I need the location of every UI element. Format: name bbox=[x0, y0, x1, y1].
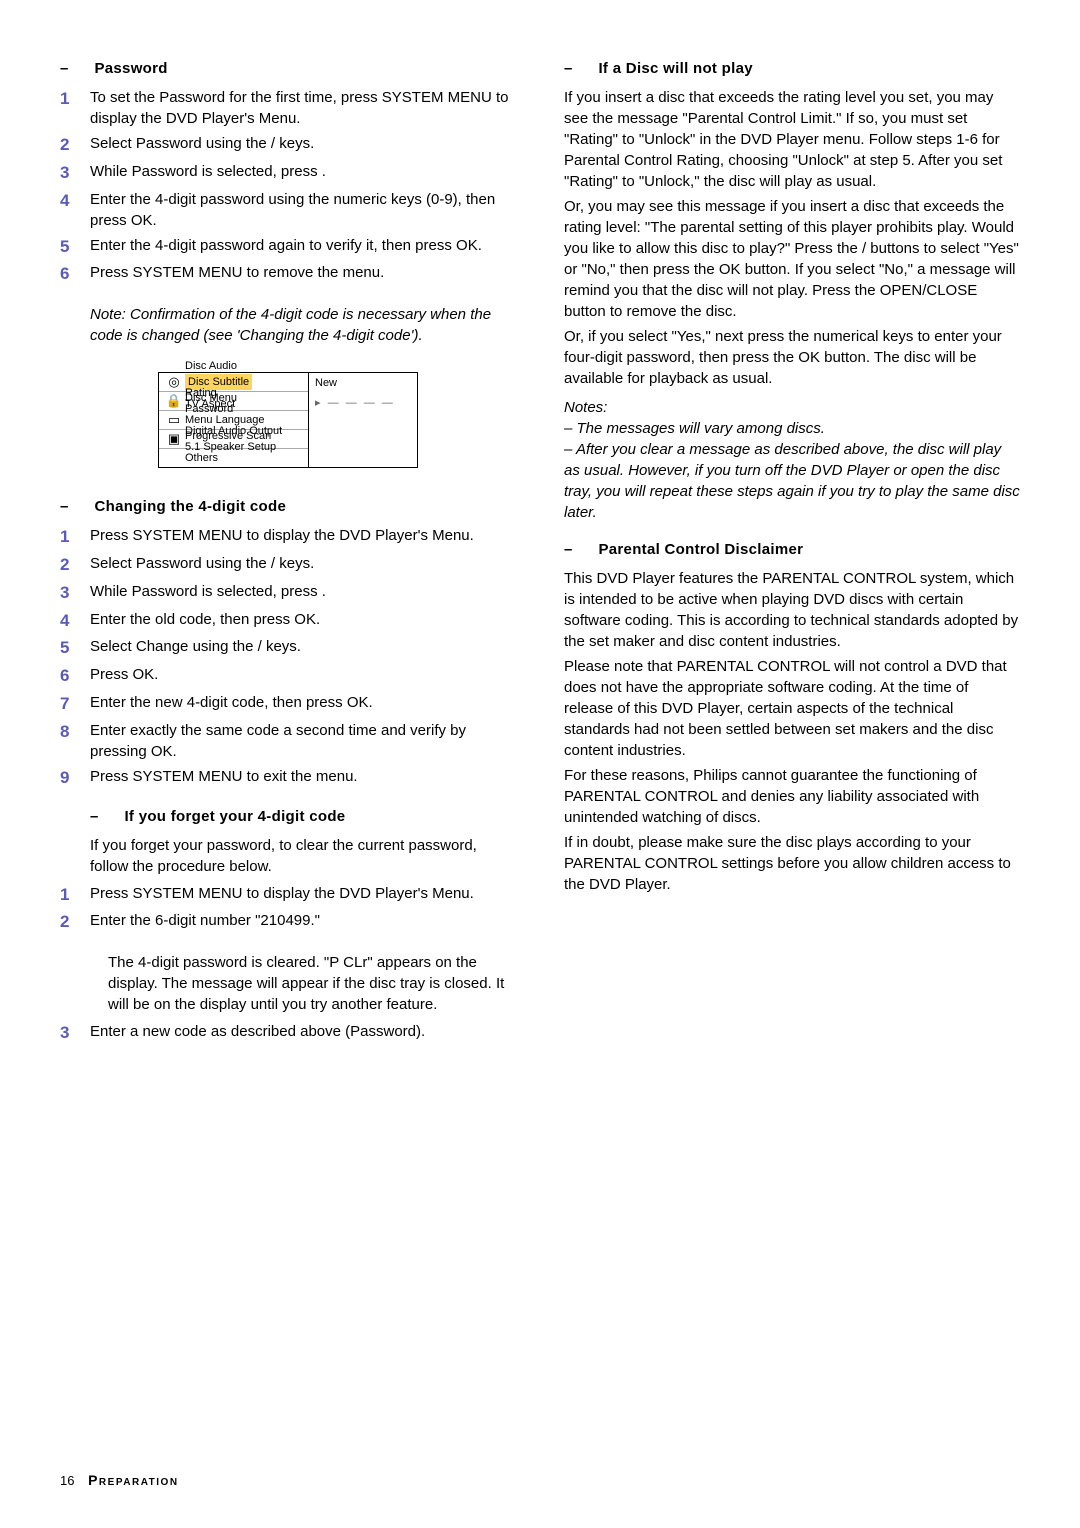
notes-heading: Notes: bbox=[564, 397, 1020, 418]
step-number: 7 bbox=[60, 692, 90, 716]
page-footer: 16 Preparation bbox=[60, 1472, 179, 1488]
step-text: Select Password using the / keys. bbox=[90, 133, 516, 157]
step-text: Enter the 6-digit number "210499." bbox=[90, 910, 516, 934]
heading-text: If a Disc will not play bbox=[598, 60, 752, 77]
password-heading: – Password bbox=[60, 60, 516, 77]
step-text: Press SYSTEM MENU to exit the menu. bbox=[90, 766, 516, 790]
menu-disc-audio: Disc Audio bbox=[185, 358, 252, 374]
step-text: Select Change using the / keys. bbox=[90, 636, 516, 660]
speaker-icon: ▣ bbox=[163, 421, 185, 457]
step-number: 5 bbox=[60, 235, 90, 259]
step-text: Press SYSTEM MENU to remove the menu. bbox=[90, 262, 516, 286]
left-column: – Password 1To set the Password for the … bbox=[60, 60, 516, 1063]
step-number: 1 bbox=[60, 87, 90, 129]
heading-dash: – bbox=[90, 808, 120, 825]
step-number: 9 bbox=[60, 766, 90, 790]
step-text: Select Password using the / keys. bbox=[90, 553, 516, 577]
step-number: 8 bbox=[60, 720, 90, 762]
step-number: 1 bbox=[60, 525, 90, 549]
disclaimer-para: If in doubt, please make sure the disc p… bbox=[564, 832, 1020, 895]
heading-text: Password bbox=[94, 60, 167, 77]
change-steps: 1Press SYSTEM MENU to display the DVD Pl… bbox=[60, 525, 516, 789]
forget-steps: 1Press SYSTEM MENU to display the DVD Pl… bbox=[60, 883, 516, 935]
menu-new-label: New bbox=[309, 373, 417, 393]
step-text: To set the Password for the first time, … bbox=[90, 87, 516, 129]
password-note: Note: Confirmation of the 4-digit code i… bbox=[60, 304, 516, 346]
page-number: 16 bbox=[60, 1473, 74, 1488]
heading-dash: – bbox=[60, 498, 90, 515]
step-number: 6 bbox=[60, 664, 90, 688]
heading-dash: – bbox=[564, 60, 594, 77]
step-text: Press OK. bbox=[90, 664, 516, 688]
step-number: 2 bbox=[60, 133, 90, 157]
section-name: Preparation bbox=[88, 1472, 178, 1488]
step-text: Enter the new 4-digit code, then press O… bbox=[90, 692, 516, 716]
step-text: Enter the 4-digit password using the num… bbox=[90, 189, 516, 231]
heading-text: If you forget your 4-digit code bbox=[124, 808, 345, 825]
forget-steps-3: 3Enter a new code as described above (Pa… bbox=[60, 1021, 516, 1045]
step-number: 1 bbox=[60, 883, 90, 907]
disclaimer-para: This DVD Player features the PARENTAL CO… bbox=[564, 568, 1020, 652]
password-steps: 1To set the Password for the first time,… bbox=[60, 87, 516, 286]
disclaimer-para: For these reasons, Philips cannot guaran… bbox=[564, 765, 1020, 828]
step-text: While Password is selected, press . bbox=[90, 161, 516, 185]
step-number: 2 bbox=[60, 553, 90, 577]
menu-new-value: ▸ — — — — bbox=[309, 393, 417, 412]
step-text: Press SYSTEM MENU to display the DVD Pla… bbox=[90, 525, 516, 549]
menu-tv-aspect: TV Aspect bbox=[185, 396, 271, 412]
change-heading: – Changing the 4-digit code bbox=[60, 498, 516, 515]
step-number: 3 bbox=[60, 161, 90, 185]
disclaimer-heading: – Parental Control Disclaimer bbox=[564, 541, 1020, 558]
step-number: 5 bbox=[60, 636, 90, 660]
notes-line: – The messages will vary among discs. bbox=[564, 418, 1020, 439]
step-text: Press SYSTEM MENU to display the DVD Pla… bbox=[90, 883, 516, 907]
noplay-para: If you insert a disc that exceeds the ra… bbox=[564, 87, 1020, 192]
noplay-para: Or, you may see this message if you inse… bbox=[564, 196, 1020, 322]
on-screen-menu-figure: ◎ Disc Audio Disc Subtitle Disc Menu 🔒 bbox=[158, 372, 418, 468]
heading-text: Parental Control Disclaimer bbox=[598, 541, 803, 558]
step-number: 2 bbox=[60, 910, 90, 934]
right-column: – If a Disc will not play If you insert … bbox=[564, 60, 1020, 1063]
heading-dash: – bbox=[60, 60, 90, 77]
notes-line: – After you clear a message as described… bbox=[564, 439, 1020, 523]
noplay-para: Or, if you select "Yes," next press the … bbox=[564, 326, 1020, 389]
noplay-heading: – If a Disc will not play bbox=[564, 60, 1020, 77]
heading-dash: – bbox=[564, 541, 594, 558]
menu-digital-audio: Digital Audio Output bbox=[185, 423, 282, 439]
forget-heading: – If you forget your 4-digit code bbox=[60, 808, 516, 825]
step-number: 4 bbox=[60, 609, 90, 633]
heading-text: Changing the 4-digit code bbox=[94, 498, 286, 515]
noplay-notes: Notes: – The messages will vary among di… bbox=[564, 397, 1020, 523]
step-text: While Password is selected, press . bbox=[90, 581, 516, 605]
step-number: 3 bbox=[60, 581, 90, 605]
forget-result: The 4-digit password is cleared. "P CLr"… bbox=[60, 952, 516, 1015]
step-text: Enter exactly the same code a second tim… bbox=[90, 720, 516, 762]
step-text: Enter a new code as described above (Pas… bbox=[90, 1021, 516, 1045]
step-text: Enter the old code, then press OK. bbox=[90, 609, 516, 633]
two-column-layout: – Password 1To set the Password for the … bbox=[60, 60, 1020, 1063]
disclaimer-para: Please note that PARENTAL CONTROL will n… bbox=[564, 656, 1020, 761]
step-number: 4 bbox=[60, 189, 90, 231]
step-number: 3 bbox=[60, 1021, 90, 1045]
step-text: Enter the 4-digit password again to veri… bbox=[90, 235, 516, 259]
forget-intro: If you forget your password, to clear th… bbox=[60, 835, 516, 877]
step-number: 6 bbox=[60, 262, 90, 286]
